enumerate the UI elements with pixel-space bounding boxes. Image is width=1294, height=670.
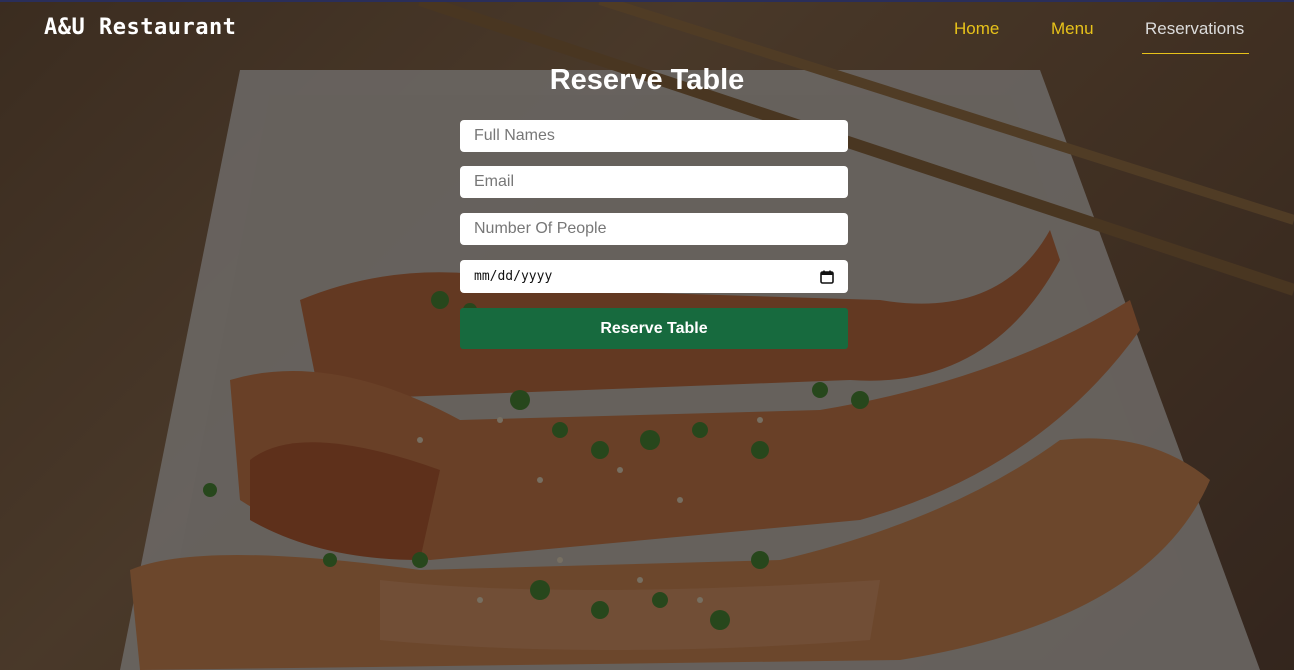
- nav-link-reservations[interactable]: Reservations: [1145, 19, 1244, 39]
- main-navbar: A&U Restaurant Home Menu Reservations: [0, 0, 1294, 56]
- brand-logo[interactable]: A&U Restaurant: [44, 15, 236, 40]
- date-input[interactable]: mm/dd/yyyy: [460, 260, 848, 293]
- email-input[interactable]: [460, 166, 848, 198]
- nav-link-menu[interactable]: Menu: [1051, 19, 1094, 39]
- active-nav-underline: [1142, 53, 1249, 54]
- number-of-people-input[interactable]: [460, 213, 848, 245]
- nav-link-home[interactable]: Home: [954, 19, 999, 39]
- reserve-table-title: Reserve Table: [549, 64, 745, 96]
- calendar-icon[interactable]: [820, 270, 834, 284]
- date-placeholder: mm/dd/yyyy: [474, 269, 553, 284]
- full-names-input[interactable]: [460, 120, 848, 152]
- reserve-table-button[interactable]: Reserve Table: [460, 308, 848, 349]
